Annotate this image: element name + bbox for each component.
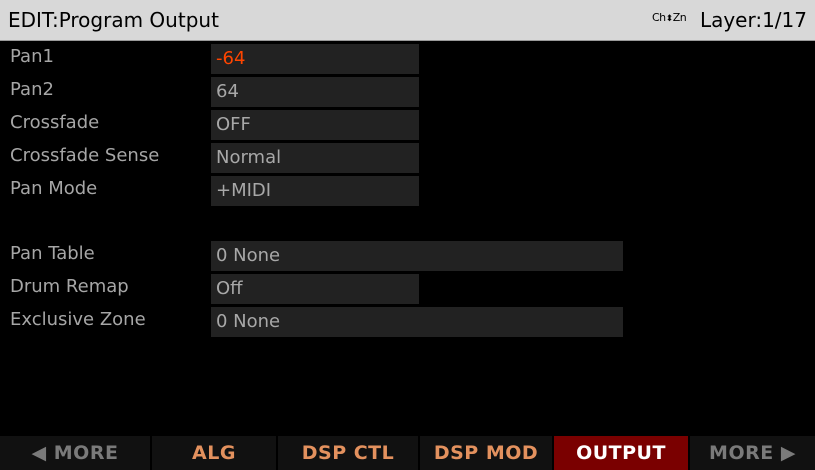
softkey-dsp-ctl[interactable]: DSP CTL <box>278 436 418 470</box>
softkey-output[interactable]: OUTPUT <box>554 436 688 470</box>
param-value-field[interactable]: 0 None <box>211 241 623 271</box>
param-label: Pan2 <box>10 79 54 100</box>
param-value-field[interactable]: 0 None <box>211 307 623 337</box>
channel-zone-icon: Ch⬍Zn <box>652 11 687 25</box>
param-label: Crossfade Sense <box>10 145 160 166</box>
param-label: Pan1 <box>10 46 54 67</box>
param-label: Drum Remap <box>10 276 129 297</box>
param-value-field[interactable]: Off <box>211 274 419 304</box>
chzn-icon-top: Ch <box>652 11 666 24</box>
param-label: Pan Mode <box>10 178 98 199</box>
param-label: Exclusive Zone <box>10 309 146 330</box>
param-value-field[interactable]: 64 <box>211 77 419 107</box>
chzn-icon-bottom: Zn <box>672 11 687 24</box>
softkey-dsp-mod[interactable]: DSP MOD <box>420 436 552 470</box>
param-value-field[interactable]: +MIDI <box>211 176 419 206</box>
param-label: Pan Table <box>10 243 95 264</box>
page-title: EDIT:Program Output <box>8 8 219 32</box>
param-value-field[interactable]: Normal <box>211 143 419 173</box>
softkey-alg[interactable]: ALG <box>152 436 276 470</box>
title-bar: EDIT:Program Output Ch⬍Zn Layer:1/17 <box>0 0 815 41</box>
layer-indicator: Layer:1/17 <box>699 8 807 32</box>
param-value-field[interactable]: OFF <box>211 110 419 140</box>
param-value-field[interactable]: -64 <box>211 44 419 74</box>
softkey-more-right[interactable]: MORE ▶ <box>690 436 815 470</box>
param-label: Crossfade <box>10 112 100 133</box>
softkey-bar: ◀ MORE ALG DSP CTL DSP MOD OUTPUT MORE ▶ <box>0 436 815 470</box>
softkey-more-left[interactable]: ◀ MORE <box>0 436 150 470</box>
